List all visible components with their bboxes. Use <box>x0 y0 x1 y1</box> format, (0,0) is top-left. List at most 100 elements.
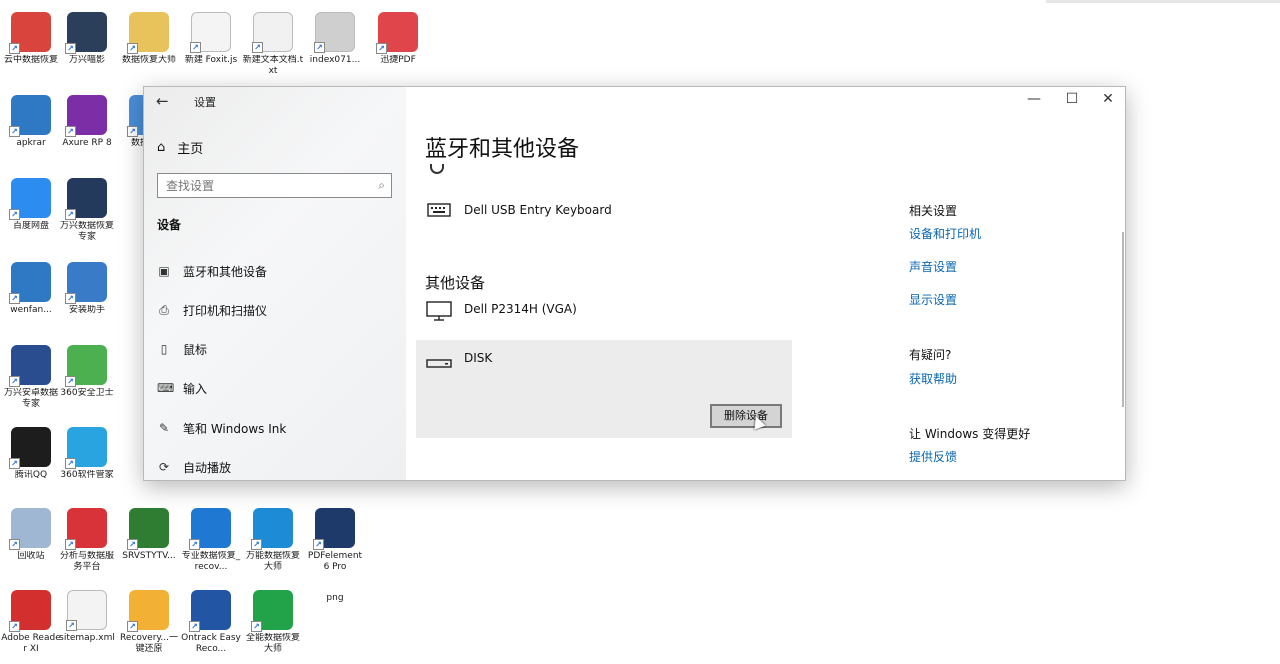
search-input[interactable] <box>158 174 358 197</box>
desktop-icon-label: 万兴喵影 <box>68 55 105 65</box>
shortcut-arrow-icon: ↗ <box>127 43 138 54</box>
sidebar-item-autoplay[interactable]: ⟳ 自动播放 <box>157 457 231 477</box>
desktop-icon[interactable]: ↗ 万兴安卓数据专家 <box>0 345 62 410</box>
shortcut-arrow-icon: ↗ <box>65 293 76 304</box>
app-icon: ↗ <box>65 95 107 137</box>
desktop-icon[interactable]: ↗ 360软件管家 <box>56 427 118 481</box>
sidebar-item-mouse[interactable]: ▯ 鼠标 <box>157 339 207 359</box>
give-feedback-link[interactable]: 提供反馈 <box>909 448 957 465</box>
desktop-icon[interactable]: ↗ apkrar <box>0 95 62 149</box>
sidebar-item-bluetooth[interactable]: ▣ 蓝牙和其他设备 <box>157 261 267 281</box>
sidebar-item-typing[interactable]: ⌨ 输入 <box>157 378 207 398</box>
shortcut-arrow-icon: ↗ <box>9 293 20 304</box>
display-settings-link[interactable]: 显示设置 <box>909 291 957 308</box>
maximize-button[interactable]: ☐ <box>1060 91 1084 107</box>
desktop-icon-label: 腾讯QQ <box>14 470 48 480</box>
desktop-icon-label: 回收站 <box>17 551 45 561</box>
desktop-icon[interactable]: ↗ 腾讯QQ <box>0 427 62 481</box>
back-arrow-icon[interactable]: ← <box>156 92 169 110</box>
desktop-icon[interactable]: ↗ sitemap.xml <box>56 590 118 644</box>
app-icon: ↗ <box>314 12 355 53</box>
shortcut-arrow-icon: ↗ <box>9 458 20 469</box>
desktop-icon[interactable]: png <box>304 590 366 604</box>
desktop-icon-label: PDFelement 6 Pro <box>307 551 363 572</box>
desktop-icon[interactable]: ↗ 新建 Foxit.js <box>180 12 242 66</box>
bluetooth-devices-icon: ▣ <box>158 264 170 278</box>
app-icon: ↗ <box>9 12 51 54</box>
shortcut-arrow-icon: ↗ <box>9 539 20 550</box>
desktop-icon-label: 全能数据恢复大师 <box>245 633 300 654</box>
desktop-icon[interactable]: ↗ 万能数据恢复大师 <box>242 508 304 573</box>
desktop-icon-label: 360软件管家 <box>60 470 114 480</box>
devices-printers-link[interactable]: 设备和打印机 <box>909 225 981 242</box>
desktop-icon[interactable]: ↗ SRVSTYTV... <box>118 508 180 562</box>
device-row[interactable]: DISK <box>426 350 492 374</box>
desktop-icon[interactable]: ↗ 万兴数据恢复专家 <box>56 178 118 243</box>
app-icon: ↗ <box>65 262 107 304</box>
desktop-icon-label: SRVSTYTV... <box>122 551 176 561</box>
app-icon: ↗ <box>127 508 169 550</box>
desktop-icon[interactable]: ↗ 安装助手 <box>56 262 118 316</box>
desktop-icon-label: 万兴安卓数据专家 <box>3 388 58 409</box>
sidebar-item-printers[interactable]: ⎙ 打印机和扫描仪 <box>157 300 267 320</box>
sound-settings-link[interactable]: 声音设置 <box>909 258 957 275</box>
desktop-icon[interactable]: ↗ Recovery...一键还原 <box>118 590 180 655</box>
desktop-icon[interactable]: ↗ 新建文本文档.txt <box>242 12 304 77</box>
minimize-button[interactable]: — <box>1022 91 1046 107</box>
desktop-icon-label: Axure RP 8 <box>62 138 112 148</box>
shortcut-arrow-icon: ↗ <box>9 209 20 220</box>
desktop-icon[interactable]: ↗ 回收站 <box>0 508 62 562</box>
section-header: 设备 <box>157 218 182 232</box>
get-help-link[interactable]: 获取帮助 <box>909 370 957 387</box>
desktop-icon[interactable]: ↗ wenfan... <box>0 262 62 316</box>
desktop-icon-label: 数据恢复大师 <box>121 55 176 65</box>
selected-device-row[interactable]: DISK 删除设备 <box>416 340 792 438</box>
settings-main: — ☐ ✕ 蓝牙和其他设备 Dell USB Entry Keyboard 其他… <box>406 87 1125 480</box>
sidebar-item-pen[interactable]: ✎ 笔和 Windows Ink <box>157 418 286 438</box>
partial-device-icon <box>430 164 444 174</box>
app-icon: ↗ <box>9 95 51 137</box>
shortcut-arrow-icon: ↗ <box>190 42 201 53</box>
device-row[interactable]: Dell P2314H (VGA) <box>426 301 577 325</box>
desktop-icon[interactable]: ↗ Axure RP 8 <box>56 95 118 149</box>
desktop-icon[interactable]: ↗ PDFelement 6 Pro <box>304 508 366 573</box>
keyboard-icon: ⌨ <box>157 381 175 395</box>
app-icon: ↗ <box>251 508 293 550</box>
desktop-icon[interactable]: ↗ 全能数据恢复大师 <box>242 590 304 655</box>
home-nav-item[interactable]: ⌂ 主页 <box>157 138 203 157</box>
desktop-icon[interactable]: ↗ 专业数据恢复_recov... <box>180 508 242 573</box>
page-title: 蓝牙和其他设备 <box>425 137 580 162</box>
device-row[interactable]: Dell USB Entry Keyboard <box>426 202 612 221</box>
search-icon[interactable]: ⌕ <box>378 178 385 193</box>
app-icon: ↗ <box>251 590 293 632</box>
desktop-icon-label: 360安全卫士 <box>60 388 114 398</box>
desktop-icon[interactable]: ↗ index071... <box>304 12 366 66</box>
desktop-icon[interactable]: ↗ Ontrack EasyReco... <box>180 590 242 655</box>
desktop-icon[interactable]: ↗ 云中数据恢复 <box>0 12 62 66</box>
desktop-icon[interactable]: ↗ 数据恢复大师 <box>118 12 180 66</box>
desktop-icon[interactable]: ↗ 分析与数据服务平台 <box>56 508 118 573</box>
settings-sidebar: ← 设置 ⌂ 主页 ⌕ 设备 ▣ 蓝牙和其他设备 ⎙ 打印机和扫描仪 ▯ 鼠标 … <box>144 87 406 480</box>
app-icon: ↗ <box>313 508 355 550</box>
shortcut-arrow-icon: ↗ <box>9 43 20 54</box>
desktop-icon[interactable]: ↗ 万兴喵影 <box>56 12 118 66</box>
scrollbar[interactable] <box>1122 232 1124 407</box>
related-settings-header: 相关设置 <box>909 204 958 218</box>
shortcut-arrow-icon: ↗ <box>376 43 387 54</box>
close-button[interactable]: ✕ <box>1096 91 1120 107</box>
desktop-icon-label: 云中数据恢复 <box>3 55 58 65</box>
shortcut-arrow-icon: ↗ <box>252 42 263 53</box>
app-icon: ↗ <box>65 427 107 469</box>
desktop-icon-label: 新建文本文档.txt <box>242 55 304 76</box>
sidebar-item-label: 打印机和扫描仪 <box>183 303 268 318</box>
home-label: 主页 <box>177 142 204 157</box>
shortcut-arrow-icon: ↗ <box>66 620 77 631</box>
desktop-icon[interactable]: ↗ 迅捷PDF <box>367 12 429 66</box>
sidebar-item-label: 输入 <box>183 381 208 396</box>
remove-device-button[interactable]: 删除设备 <box>710 404 782 428</box>
sidebar-item-label: 鼠标 <box>183 342 208 357</box>
desktop-icon[interactable]: ↗ Adobe Reader XI <box>0 590 62 655</box>
desktop-icon[interactable]: ↗ 360安全卫士 <box>56 345 118 399</box>
search-box[interactable]: ⌕ <box>157 173 392 198</box>
desktop-icon[interactable]: ↗ 百度网盘 <box>0 178 62 232</box>
